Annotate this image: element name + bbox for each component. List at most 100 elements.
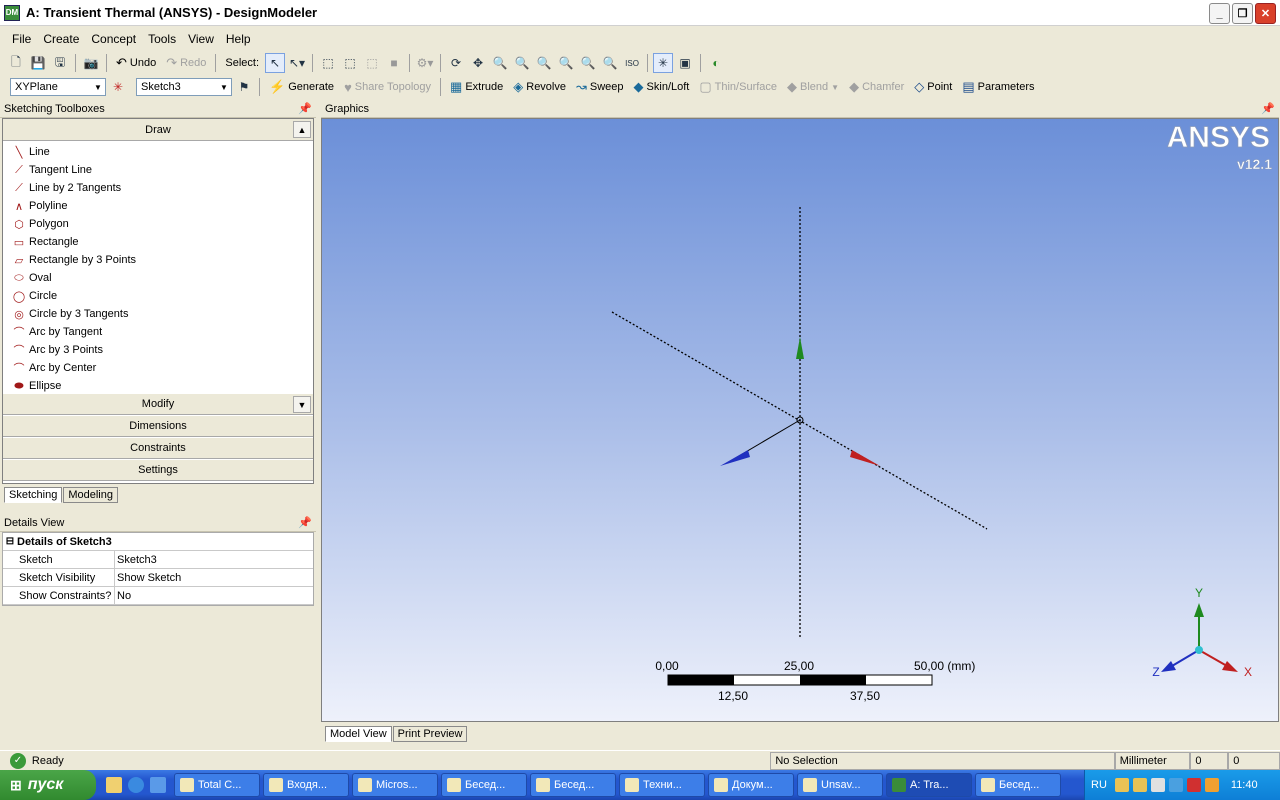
display-plane-icon[interactable]: ✳ bbox=[653, 53, 674, 73]
tray-icon[interactable] bbox=[1186, 778, 1201, 792]
zoom-in-icon[interactable]: 🔍 bbox=[578, 53, 598, 73]
iso-view-icon[interactable]: ISO bbox=[622, 53, 642, 73]
tool-arc-by-tangent[interactable]: ⌒ Arc by Tangent bbox=[3, 323, 313, 341]
maximize-button[interactable]: ❐ bbox=[1232, 3, 1253, 24]
minimize-button[interactable]: _ bbox=[1209, 3, 1230, 24]
share-topology-button[interactable]: ♥ Share Topology bbox=[340, 77, 435, 97]
select-faces-icon[interactable]: ⬚ bbox=[362, 53, 382, 73]
tool-tangent-line[interactable]: ⟋ Tangent Line bbox=[3, 161, 313, 179]
sketch-select[interactable]: Sketch3 ▼ bbox=[136, 78, 232, 96]
collapse-icon[interactable]: ⊟ bbox=[3, 533, 17, 550]
menu-help[interactable]: Help bbox=[220, 32, 257, 46]
start-button[interactable]: ⊞ пуск bbox=[0, 770, 96, 800]
save-as-icon[interactable]: 🖫 bbox=[50, 53, 70, 73]
taskbar-app[interactable]: Техни... bbox=[619, 773, 705, 797]
detail-value[interactable]: Sketch3 bbox=[115, 551, 313, 568]
tool-arc-by-center[interactable]: ⌒ Arc by Center bbox=[3, 359, 313, 377]
menu-concept[interactable]: Concept bbox=[85, 32, 142, 46]
taskbar-app[interactable]: Total C... bbox=[174, 773, 260, 797]
taskbar-app[interactable]: Unsav... bbox=[797, 773, 883, 797]
pin-icon[interactable]: 📌 bbox=[298, 102, 312, 115]
pan-icon[interactable]: ✥ bbox=[468, 53, 488, 73]
menu-view[interactable]: View bbox=[182, 32, 220, 46]
thin-surface-button[interactable]: ▢ Thin/Surface bbox=[695, 77, 781, 97]
plane-select[interactable]: XYPlane ▼ bbox=[10, 78, 106, 96]
redo-button[interactable]: ↷ Redo bbox=[162, 53, 210, 73]
constraints-group-header[interactable]: Constraints bbox=[3, 437, 313, 459]
draw-group-header[interactable]: Draw ▲ bbox=[3, 119, 313, 141]
menu-tools[interactable]: Tools bbox=[142, 32, 182, 46]
zoom-fit-icon[interactable]: 🔍 bbox=[534, 53, 554, 73]
blend-button[interactable]: ◆ Blend ▼ bbox=[783, 77, 843, 97]
save-icon[interactable]: 💾 bbox=[28, 53, 48, 73]
tab-sketching[interactable]: Sketching bbox=[4, 487, 63, 503]
taskbar-app[interactable]: Бесед... bbox=[441, 773, 527, 797]
camera-icon[interactable]: 📷 bbox=[81, 53, 101, 73]
select-cursor-icon[interactable]: ↖ bbox=[265, 53, 286, 73]
ie-icon[interactable] bbox=[128, 777, 144, 793]
taskbar-app[interactable]: Входя... bbox=[263, 773, 349, 797]
look-at-icon[interactable]: ◐ bbox=[706, 53, 726, 73]
undo-button[interactable]: ↶ Undo bbox=[112, 53, 160, 73]
taskbar-app[interactable]: Бесед... bbox=[975, 773, 1061, 797]
tool-rectangle[interactable]: ▭ Rectangle bbox=[3, 233, 313, 251]
select-bodies-icon[interactable]: ■ bbox=[384, 53, 404, 73]
quicklaunch-icon[interactable] bbox=[106, 777, 122, 793]
generate-button[interactable]: ⚡ Generate bbox=[265, 77, 338, 97]
tray-icon[interactable] bbox=[1132, 778, 1147, 792]
parameters-button[interactable]: ▤ Parameters bbox=[958, 77, 1038, 97]
skin-loft-button[interactable]: ◆ Skin/Loft bbox=[630, 77, 694, 97]
zoom-out-icon[interactable]: 🔍 bbox=[600, 53, 620, 73]
graphics-canvas[interactable]: ANSYS v12.1 0,00 25,00 50,00 (mm) 12,50 … bbox=[322, 119, 1279, 722]
extend-selection-icon[interactable]: ⚙▾ bbox=[415, 53, 435, 73]
quicklaunch-icon[interactable] bbox=[150, 777, 166, 793]
scroll-up-icon[interactable]: ▲ bbox=[293, 121, 311, 138]
sweep-button[interactable]: ↝ Sweep bbox=[572, 77, 628, 97]
box-zoom-icon[interactable]: 🔍 bbox=[512, 53, 532, 73]
details-row[interactable]: Sketch Sketch3 bbox=[3, 551, 313, 569]
zoom-icon[interactable]: 🔍 bbox=[490, 53, 510, 73]
extrude-button[interactable]: ▦ Extrude bbox=[446, 77, 507, 97]
tool-circle[interactable]: ◯ Circle bbox=[3, 287, 313, 305]
tool-rectangle-by-3-points[interactable]: ▱ Rectangle by 3 Points bbox=[3, 251, 313, 269]
new-plane-icon[interactable]: ✳ bbox=[108, 77, 128, 97]
pin-icon[interactable]: 📌 bbox=[298, 516, 312, 529]
close-button[interactable]: ✕ bbox=[1255, 3, 1276, 24]
taskbar-app[interactable]: Докум... bbox=[708, 773, 794, 797]
tool-line-by-2-tangents[interactable]: ⟋ Line by 2 Tangents bbox=[3, 179, 313, 197]
menu-create[interactable]: Create bbox=[37, 32, 85, 46]
tool-arc-by-3-points[interactable]: ⌒ Arc by 3 Points bbox=[3, 341, 313, 359]
modify-group-header[interactable]: Modify ▼ bbox=[3, 393, 313, 415]
revolve-button[interactable]: ◈ Revolve bbox=[509, 77, 570, 97]
detail-value[interactable]: No bbox=[115, 587, 313, 604]
tab-model-view[interactable]: Model View bbox=[325, 726, 392, 742]
tool-ellipse[interactable]: ⬬ Ellipse bbox=[3, 377, 313, 393]
rotate-icon[interactable]: ⟳ bbox=[446, 53, 466, 73]
new-sketch-icon[interactable]: ⚑ bbox=[234, 77, 254, 97]
tool-circle-by-3-tangents[interactable]: ◎ Circle by 3 Tangents bbox=[3, 305, 313, 323]
select-points-icon[interactable]: ⬚ bbox=[318, 53, 338, 73]
details-row[interactable]: Sketch Visibility Show Sketch bbox=[3, 569, 313, 587]
select-edges-icon[interactable]: ⬚ bbox=[340, 53, 360, 73]
taskbar-app-active[interactable]: A: Tra... bbox=[886, 773, 972, 797]
tray-icon[interactable] bbox=[1168, 778, 1183, 792]
details-row[interactable]: Show Constraints? No bbox=[3, 587, 313, 605]
tab-print-preview[interactable]: Print Preview bbox=[392, 726, 468, 742]
tool-polyline[interactable]: ∧ Polyline bbox=[3, 197, 313, 215]
menu-file[interactable]: File bbox=[6, 32, 37, 46]
language-indicator[interactable]: RU bbox=[1091, 779, 1107, 791]
graphics-viewport[interactable]: ANSYS v12.1 0,00 25,00 50,00 (mm) 12,50 … bbox=[321, 118, 1279, 722]
dimensions-group-header[interactable]: Dimensions bbox=[3, 415, 313, 437]
scroll-down-icon[interactable]: ▼ bbox=[293, 396, 311, 413]
tray-icon[interactable] bbox=[1150, 778, 1165, 792]
tool-polygon[interactable]: ⬡ Polygon bbox=[3, 215, 313, 233]
pin-icon[interactable]: 📌 bbox=[1261, 102, 1275, 115]
magnify-icon[interactable]: 🔍 bbox=[556, 53, 576, 73]
tool-line[interactable]: ╲ Line bbox=[3, 143, 313, 161]
detail-value[interactable]: Show Sketch bbox=[115, 569, 313, 586]
tray-icon[interactable] bbox=[1114, 778, 1129, 792]
new-icon[interactable]: 🗋 bbox=[6, 53, 26, 73]
point-button[interactable]: ◇ Point bbox=[910, 77, 956, 97]
taskbar-app[interactable]: Micros... bbox=[352, 773, 438, 797]
select-mode-icon[interactable]: ↖▾ bbox=[287, 53, 307, 73]
